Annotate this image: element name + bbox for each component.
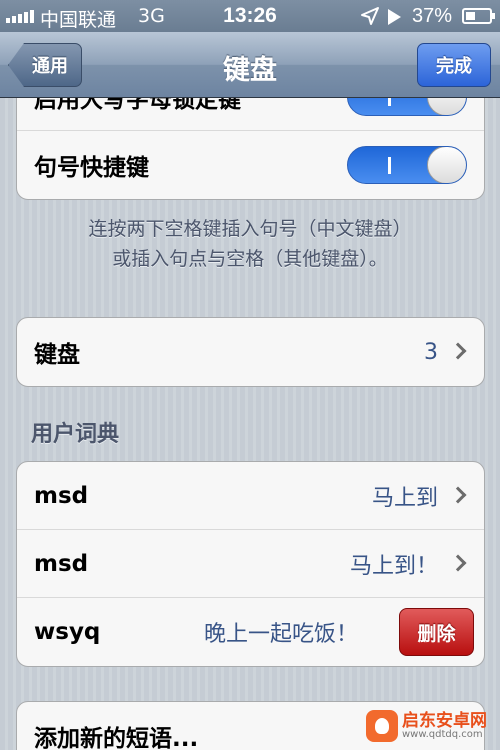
period-shortcut-footnote: 连按两下空格键插入句号（中文键盘） 或插入句点与空格（其他键盘）。: [0, 214, 500, 274]
phrase-text: 马上到！: [349, 553, 438, 579]
chevron-right-icon: [449, 554, 467, 572]
add-phrase-label: 添加新的短语...: [34, 726, 199, 750]
list-item[interactable]: msd 马上到: [17, 462, 484, 530]
toggle-knob: [427, 98, 466, 115]
user-dictionary-group: msd 马上到 msd 马上到！ wsyq 晚上一起吃饭！ 删除: [16, 461, 485, 667]
period-shortcut-label: 句号快捷键: [34, 155, 149, 181]
location-arrow-icon: [361, 7, 379, 25]
shortcut-text: msd: [34, 482, 89, 509]
watermark-logo-icon: [366, 710, 398, 742]
done-button[interactable]: 完成: [417, 43, 491, 87]
footnote-line-2: 或插入句点与空格（其他键盘）。: [112, 248, 388, 270]
list-item[interactable]: msd 马上到！: [17, 530, 484, 598]
toggle-on-mark: [388, 98, 391, 106]
settings-list[interactable]: 启用大写字母锁定键 句号快捷键 连按两下空格键插入句号（中文键盘） 或插入句点与…: [0, 98, 500, 750]
battery-percent: 37%: [412, 5, 453, 27]
watermark-url: www.qdtdq.com: [402, 728, 483, 740]
shortcut-text: msd: [34, 550, 89, 577]
keyboards-count: 3: [424, 339, 438, 365]
caps-lock-row: 启用大写字母锁定键: [17, 98, 484, 131]
play-icon: [388, 9, 401, 25]
watermark: 启东安卓网 www.qdtdq.com: [366, 706, 496, 746]
footnote-line-1: 连按两下空格键插入句号（中文键盘）: [88, 218, 412, 240]
navigation-bar: 通用 键盘 完成: [0, 32, 500, 98]
phrase-text: 晚上一起吃饭！: [203, 622, 358, 647]
delete-button[interactable]: 删除: [399, 608, 474, 656]
status-bar: 中国联通 3G 13:26 37%: [0, 0, 500, 32]
toggle-knob: [427, 147, 466, 183]
keyboards-label: 键盘: [34, 342, 80, 368]
chevron-right-icon: [449, 342, 467, 360]
keyboards-group: 键盘 3: [16, 317, 485, 387]
chevron-right-icon: [449, 486, 467, 504]
caps-lock-toggle[interactable]: [347, 98, 467, 116]
period-shortcut-row: 句号快捷键: [17, 131, 484, 199]
toggle-group: 启用大写字母锁定键 句号快捷键: [16, 98, 485, 200]
toggle-on-mark: [388, 157, 391, 174]
phrase-text: 马上到: [371, 485, 438, 511]
list-item[interactable]: wsyq 晚上一起吃饭！ 删除: [17, 598, 484, 666]
shortcut-text: wsyq: [34, 619, 101, 645]
period-shortcut-toggle[interactable]: [347, 146, 467, 184]
keyboards-row[interactable]: 键盘 3: [17, 318, 484, 386]
user-dictionary-header: 用户词典: [31, 422, 120, 447]
caps-lock-label: 启用大写字母锁定键: [34, 98, 241, 113]
watermark-name: 启东安卓网: [402, 710, 487, 731]
battery-icon: [462, 8, 495, 24]
